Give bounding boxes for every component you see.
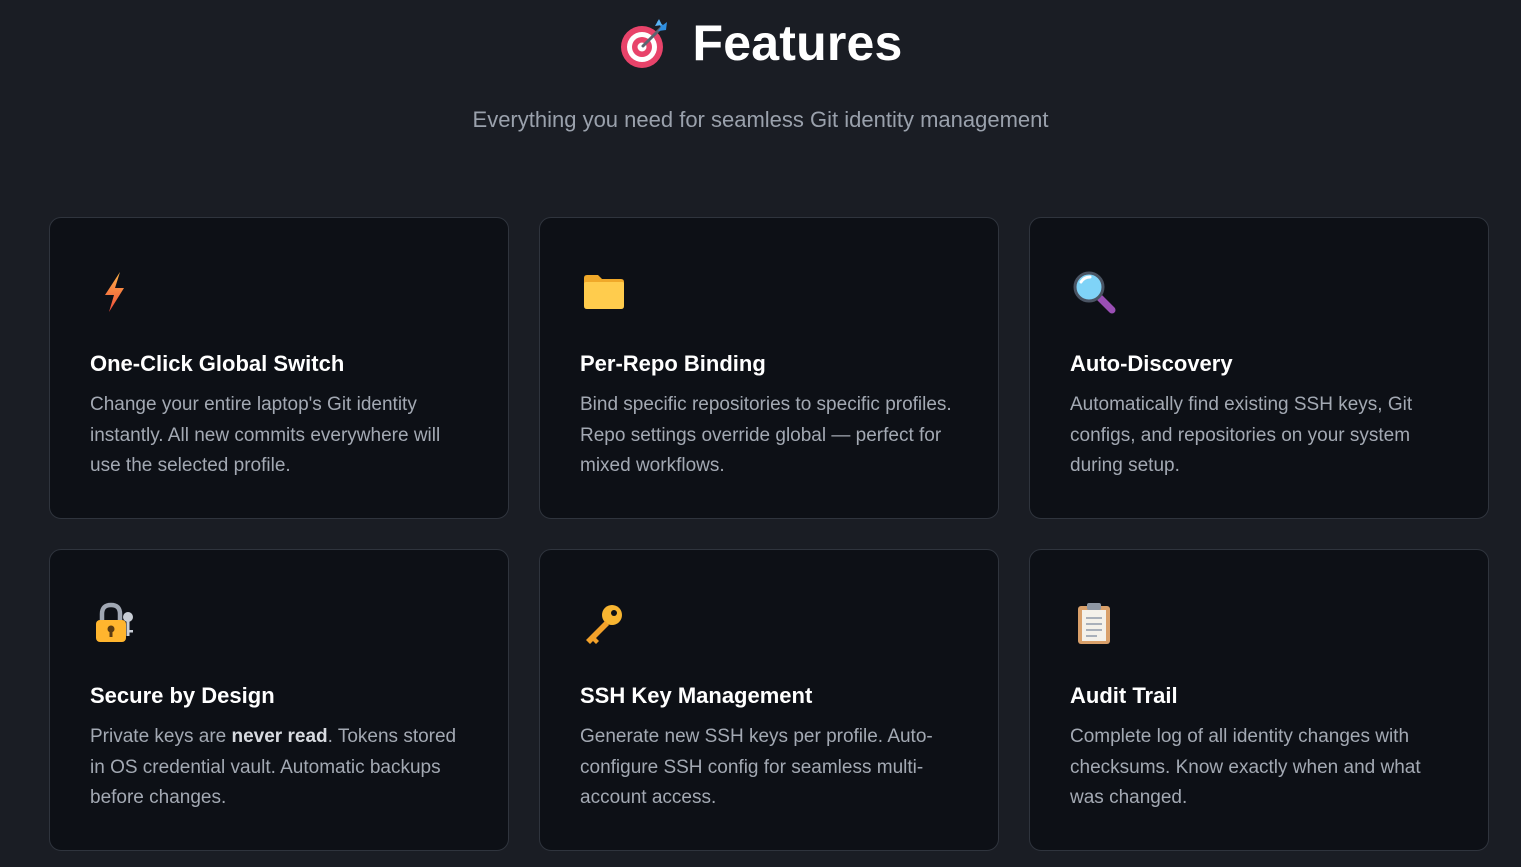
feature-card-auto-discovery: Auto-Discovery Automatically find existi… — [1029, 217, 1489, 519]
clipboard-icon — [1078, 603, 1110, 644]
feature-description: Change your entire laptop's Git identity… — [90, 394, 441, 476]
magnifying-glass-icon — [1073, 271, 1116, 314]
feature-title: One-Click Global Switch — [90, 351, 345, 376]
features-page: Features Everything you need for seamles… — [0, 0, 1521, 867]
page-subtitle: Everything you need for seamless Git ide… — [472, 107, 1049, 132]
page-title: Features — [692, 15, 903, 71]
lightning-bolt-icon — [105, 272, 124, 312]
feature-card-audit-trail: Audit Trail Complete log of all identity… — [1029, 549, 1489, 851]
feature-description: Automatically find existing SSH keys, Gi… — [1070, 394, 1413, 476]
key-icon — [586, 605, 622, 644]
feature-description: Generate new SSH keys per profile. Auto-… — [580, 726, 933, 808]
feature-description: Bind specific repositories to specific p… — [580, 394, 952, 476]
feature-title: Auto-Discovery — [1070, 351, 1233, 376]
feature-card-global-switch: One-Click Global Switch Change your enti… — [49, 217, 509, 519]
feature-title: Per-Repo Binding — [580, 351, 766, 376]
feature-description: Complete log of all identity changes wit… — [1070, 726, 1421, 808]
feature-description: Private keys are never read. Tokens stor… — [90, 726, 457, 808]
feature-card-per-repo: Per-Repo Binding Bind specific repositor… — [539, 217, 999, 519]
emphasis-text: never read — [231, 726, 328, 747]
header: Features — [0, 12, 1521, 74]
feature-title: Secure by Design — [90, 683, 275, 708]
feature-title: SSH Key Management — [580, 683, 813, 708]
folder-icon — [584, 275, 624, 309]
lock-with-key-icon — [96, 602, 133, 642]
feature-title: Audit Trail — [1070, 683, 1178, 708]
feature-card-secure-by-design: Secure by Design Private keys are never … — [49, 549, 509, 851]
feature-card-ssh-keys: SSH Key Management Generate new SSH keys… — [539, 549, 999, 851]
target-dart-icon — [621, 19, 668, 68]
features-grid: One-Click Global Switch Change your enti… — [49, 217, 1489, 851]
